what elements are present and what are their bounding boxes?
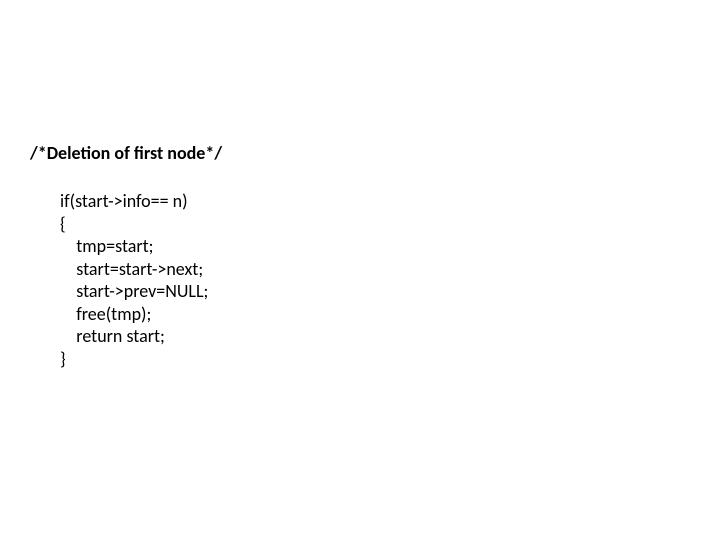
slide: /*Deletion of first node*/ if(start->inf… xyxy=(0,0,720,540)
slide-heading: /*Deletion of first node*/ xyxy=(30,143,222,165)
code-snippet: if(start->info== n) { tmp=start; start=s… xyxy=(60,190,208,370)
